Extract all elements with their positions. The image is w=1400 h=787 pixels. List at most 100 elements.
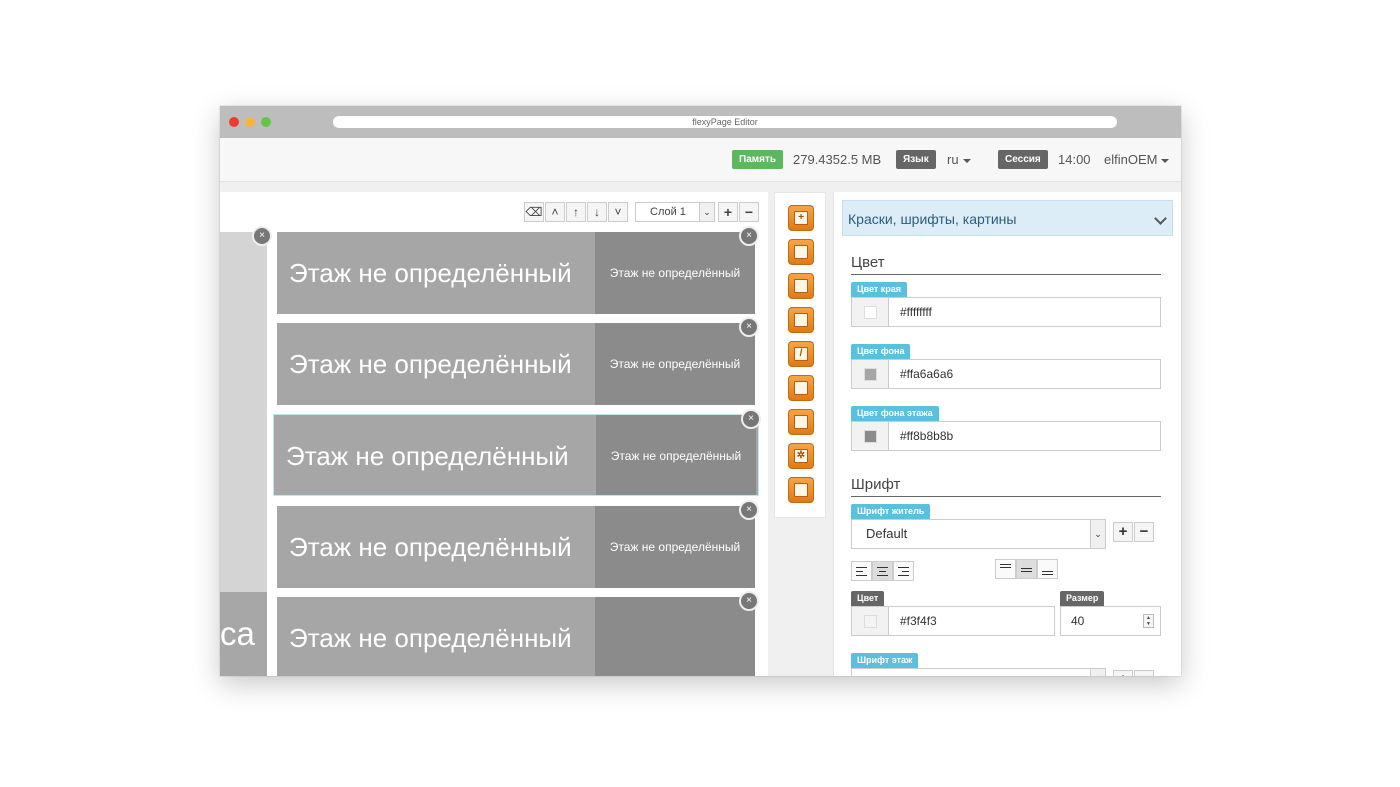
close-circle-icon[interactable]: × — [739, 591, 759, 611]
add-element-icon[interactable]: + — [788, 205, 814, 231]
plus-icon[interactable]: + — [1113, 670, 1133, 676]
close-window-dot[interactable] — [229, 117, 239, 127]
caret-down-icon — [962, 158, 971, 163]
settings-icon[interactable]: ✲ — [788, 443, 814, 469]
memory-badge: Память — [732, 150, 784, 169]
floor-side-label: Этаж не определённый — [596, 415, 756, 495]
floor-block[interactable]: Этаж не определённый Этаж не определённы… — [277, 232, 755, 314]
document-icon[interactable] — [788, 273, 814, 299]
floor-main-label: Этаж не определённый — [289, 258, 572, 288]
color-swatch — [864, 615, 877, 628]
app-window: flexyPage Editor Память 279.4352.5 MB Яз… — [220, 106, 1181, 676]
font-resident-value: Default — [866, 526, 908, 541]
maximize-window-dot[interactable] — [261, 117, 271, 127]
color-swatch-button[interactable] — [852, 422, 889, 450]
font-size-label: Размер — [1060, 591, 1105, 606]
floor-main-label: Этаж не определённый — [289, 623, 572, 653]
user-name: elfinOEM — [1104, 152, 1158, 167]
floor-main-label: Этаж не определённый — [286, 441, 569, 471]
floor-block[interactable]: Этаж не определённый Этаж не определённы… — [277, 506, 755, 588]
close-circle-icon[interactable]: × — [739, 500, 759, 520]
session-time: 14:00 — [1058, 152, 1091, 167]
font-resident-label: Шрифт житель — [851, 504, 931, 519]
minus-icon[interactable]: − — [739, 202, 759, 222]
language-badge: Язык — [896, 150, 936, 169]
font-floor-select[interactable]: ⌄ — [851, 668, 1106, 676]
valign-bottom-icon[interactable] — [1037, 559, 1058, 579]
panel-icon[interactable] — [788, 307, 814, 333]
memory-value: 279.4352.5 MB — [793, 152, 882, 167]
title-bar: flexyPage Editor — [220, 106, 1181, 138]
arrow-up-icon[interactable]: ↑ — [566, 202, 586, 222]
user-menu[interactable]: elfinOEM — [1104, 150, 1170, 169]
floor-block[interactable]: Этаж не определённый — [277, 597, 755, 676]
layer-select-value: Слой 1 — [650, 206, 686, 218]
font-color-value: #f3f4f3 — [900, 614, 937, 628]
left-building-strip — [220, 232, 267, 592]
props-header-title: Краски, шрифты, картины — [848, 211, 1017, 227]
chevron-down-icon — [1154, 212, 1167, 225]
font-resident-select[interactable]: Default ⌄ — [851, 519, 1106, 549]
align-left-icon[interactable] — [851, 561, 872, 581]
close-circle-icon[interactable]: × — [739, 226, 759, 246]
bg-color-label: Цвет фона — [851, 344, 911, 359]
minus-icon[interactable]: − — [1134, 670, 1154, 676]
search-page-icon[interactable] — [788, 409, 814, 435]
floor-side-label: Этаж не определённый — [595, 323, 755, 405]
align-right-icon[interactable] — [893, 561, 914, 581]
minus-icon[interactable]: − — [1134, 522, 1154, 542]
floor-block[interactable]: Этаж не определённый Этаж не определённы… — [277, 323, 755, 405]
color-swatch — [864, 368, 877, 381]
language-dropdown[interactable]: ru — [947, 150, 971, 169]
note-edit-icon[interactable] — [788, 375, 814, 401]
valign-middle-icon[interactable] — [1016, 559, 1037, 579]
canvas-panel: ⌫ ˄ ↑ ↓ ˅ Слой 1 ⌄ + − ca × Этаж не опред… — [220, 192, 768, 676]
properties-panel: Краски, шрифты, картины Цвет Цвет края #… — [833, 192, 1181, 676]
font-color-field[interactable]: #f3f4f3 — [851, 606, 1055, 636]
arrow-down-icon[interactable]: ↓ — [587, 202, 607, 222]
font-color-label: Цвет — [851, 591, 885, 606]
left-building-label: ca — [220, 592, 267, 676]
color-swatch-button[interactable] — [852, 298, 889, 326]
dropdown-arrow-icon: ⌄ — [1090, 669, 1105, 676]
color-swatch-button[interactable] — [852, 607, 889, 635]
props-accordion-header[interactable]: Краски, шрифты, картины — [842, 200, 1173, 236]
floor-block-selected[interactable]: Этаж не определённый Этаж не определённы… — [273, 414, 759, 496]
bg-color-value: #ffa6a6a6 — [900, 367, 954, 381]
valign-top-icon[interactable] — [995, 559, 1016, 579]
color-swatch — [864, 306, 877, 319]
window-title: flexyPage Editor — [333, 116, 1117, 128]
floor-side-label: Этаж не определённый — [595, 506, 755, 588]
session-badge: Сессия — [998, 150, 1048, 169]
edit-text-icon[interactable] — [788, 239, 814, 265]
chevron-down-icon[interactable]: ˅ — [608, 202, 628, 222]
spinner-icon[interactable]: ▲ ▼ — [1143, 614, 1154, 628]
align-center-icon[interactable] — [872, 561, 893, 581]
eraser-icon[interactable]: ⌫ — [524, 202, 544, 222]
font-size-input[interactable]: 40 ▲ ▼ — [1060, 606, 1161, 636]
floor-bg-color-label: Цвет фона этажа — [851, 406, 939, 421]
language-value: ru — [947, 152, 959, 167]
tool-palette: + / ✲ — [774, 192, 826, 518]
chevron-up-icon[interactable]: ˄ — [545, 202, 565, 222]
border-color-value: #ffffffff — [900, 305, 932, 319]
can-icon[interactable] — [788, 477, 814, 503]
close-circle-icon[interactable]: × — [252, 226, 272, 246]
font-size-value: 40 — [1071, 614, 1085, 628]
minimize-window-dot[interactable] — [245, 117, 255, 127]
border-color-field[interactable]: #ffffffff — [851, 297, 1161, 327]
bg-color-field[interactable]: #ffa6a6a6 — [851, 359, 1161, 389]
floor-bg-color-field[interactable]: #ff8b8b8b — [851, 421, 1161, 451]
dropdown-arrow-icon: ⌄ — [699, 203, 714, 221]
plus-icon[interactable]: + — [1113, 522, 1133, 542]
close-circle-icon[interactable]: × — [739, 317, 759, 337]
floor-bg-color-value: #ff8b8b8b — [900, 429, 954, 443]
layer-select[interactable]: Слой 1 ⌄ — [635, 202, 715, 222]
plus-icon[interactable]: + — [718, 202, 738, 222]
dropdown-arrow-icon: ⌄ — [1090, 520, 1105, 548]
font-floor-label: Шрифт этаж — [851, 653, 919, 668]
color-swatch-button[interactable] — [852, 360, 889, 388]
pencil-icon[interactable]: / — [788, 341, 814, 367]
color-swatch — [864, 430, 877, 443]
close-circle-icon[interactable]: × — [741, 409, 761, 429]
